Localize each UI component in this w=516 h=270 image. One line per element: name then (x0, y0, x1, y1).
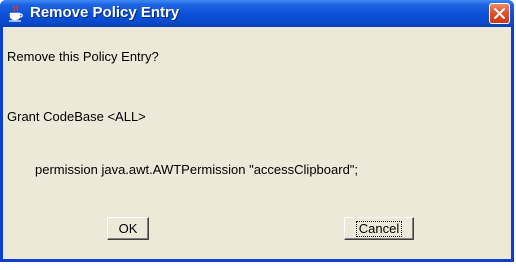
cancel-button[interactable]: Cancel (344, 217, 414, 240)
ok-button-label: OK (118, 221, 138, 236)
title-bar[interactable]: Remove Policy Entry (0, 0, 514, 27)
cancel-button-label: Cancel (355, 220, 403, 237)
window-title: Remove Policy Entry (30, 4, 180, 21)
close-button[interactable] (489, 3, 510, 24)
dialog-window: Remove Policy Entry Remove this Policy E… (0, 0, 514, 262)
permission-text: permission java.awt.AWTPermission "acces… (35, 162, 359, 177)
question-text: Remove this Policy Entry? (7, 49, 159, 64)
java-cup-icon (8, 5, 24, 22)
close-icon (494, 8, 505, 19)
ok-button[interactable]: OK (107, 217, 149, 240)
dialog-content: Remove this Policy Entry? Grant CodeBase… (3, 27, 511, 259)
grant-text: Grant CodeBase <ALL> (7, 109, 146, 124)
